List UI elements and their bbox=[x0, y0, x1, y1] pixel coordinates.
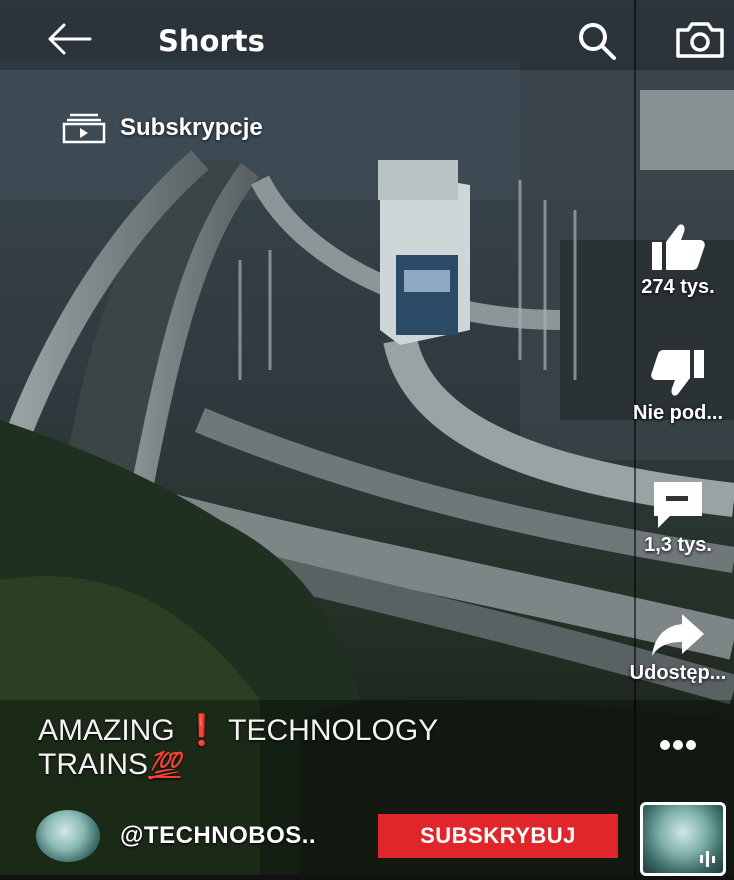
comment-count: 1,3 tys. bbox=[644, 534, 712, 556]
exclamation-emoji: ❗ bbox=[183, 714, 221, 747]
channel-row: @TECHNOBOS.. SUBSKRYBUJ bbox=[36, 810, 636, 862]
more-options-button[interactable] bbox=[608, 738, 734, 752]
page-title: Shorts bbox=[158, 24, 265, 58]
share-label: Udostęp... bbox=[629, 662, 727, 684]
sound-thumbnail[interactable] bbox=[640, 802, 726, 876]
arrow-left-icon[interactable] bbox=[44, 20, 94, 58]
channel-avatar[interactable] bbox=[36, 810, 100, 862]
train-image bbox=[378, 160, 470, 345]
subscriptions-link[interactable]: Subskrypcje bbox=[62, 110, 263, 146]
search-icon[interactable] bbox=[574, 18, 620, 64]
hundred-emoji: 💯 bbox=[148, 750, 181, 780]
like-button[interactable]: 274 tys. bbox=[608, 222, 734, 299]
video-caption: AMAZING ❗ TECHNOLOGY TRAINS💯 bbox=[38, 714, 558, 782]
channel-name[interactable]: @TECHNOBOS.. bbox=[120, 822, 316, 850]
thumbs-down-icon bbox=[651, 350, 704, 396]
dislike-label: Nie pod... bbox=[633, 402, 723, 424]
more-dots-icon bbox=[660, 740, 696, 750]
comment-icon bbox=[654, 482, 702, 528]
caption-word-technology: TECHNOLOGY bbox=[228, 714, 439, 747]
caption-word-amazing: AMAZING bbox=[38, 714, 175, 747]
comments-button[interactable]: 1,3 tys. bbox=[608, 478, 734, 557]
like-count: 274 tys. bbox=[641, 276, 715, 298]
share-button[interactable]: Udostęp... bbox=[608, 610, 734, 685]
top-bar: Shorts bbox=[8, 14, 734, 64]
dislike-button[interactable]: Nie pod... bbox=[608, 348, 734, 425]
subscribe-button[interactable]: SUBSKRYBUJ bbox=[378, 814, 618, 858]
camera-icon[interactable] bbox=[672, 20, 728, 60]
share-arrow-icon bbox=[652, 614, 704, 656]
subscriptions-label: Subskrypcje bbox=[120, 114, 263, 141]
subscriptions-icon bbox=[62, 113, 106, 144]
audio-wave-icon bbox=[700, 851, 715, 867]
thumbs-up-icon bbox=[652, 224, 705, 270]
caption-word-trains: TRAINS bbox=[38, 748, 149, 781]
